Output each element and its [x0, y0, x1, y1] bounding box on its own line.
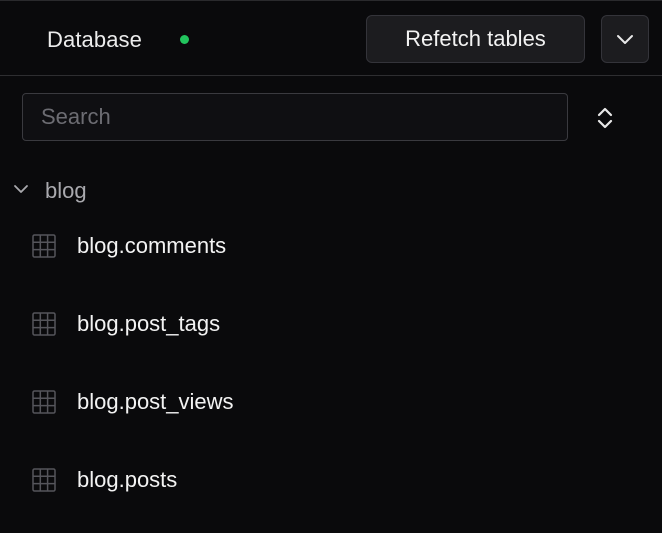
connection-status-dot: [180, 35, 189, 44]
chevrons-up-down-icon: [597, 107, 613, 129]
table-list-item[interactable]: blog.post_tags: [0, 299, 662, 349]
sort-toggle-button[interactable]: [588, 101, 622, 135]
refetch-tables-button[interactable]: Refetch tables: [366, 15, 585, 63]
chevron-down-icon: [617, 35, 633, 44]
table-icon: [32, 390, 56, 414]
table-icon: [32, 234, 56, 258]
chevron-down-icon[interactable]: [12, 180, 30, 198]
search-field[interactable]: [22, 93, 568, 141]
table-list-item[interactable]: blog.post_views: [0, 377, 662, 427]
table-name: blog.comments: [77, 233, 227, 258]
schema-label: blog: [45, 178, 87, 203]
panel-header: Database Refetch tables: [0, 1, 662, 76]
table-name: blog.posts: [77, 467, 178, 492]
schema-row-blog[interactable]: blog: [0, 169, 662, 211]
panel-title: Database: [47, 27, 142, 52]
table-icon: [32, 468, 56, 492]
table-list-item[interactable]: blog.comments: [0, 221, 662, 271]
table-icon: [32, 312, 56, 336]
database-panel: Database Refetch tables blog blog.comment…: [0, 0, 662, 533]
search-input[interactable]: [23, 94, 567, 140]
options-menu-button[interactable]: [601, 15, 649, 63]
table-name: blog.post_tags: [77, 311, 221, 336]
table-list-item[interactable]: blog.posts: [0, 455, 662, 505]
table-name: blog.post_views: [77, 389, 234, 414]
